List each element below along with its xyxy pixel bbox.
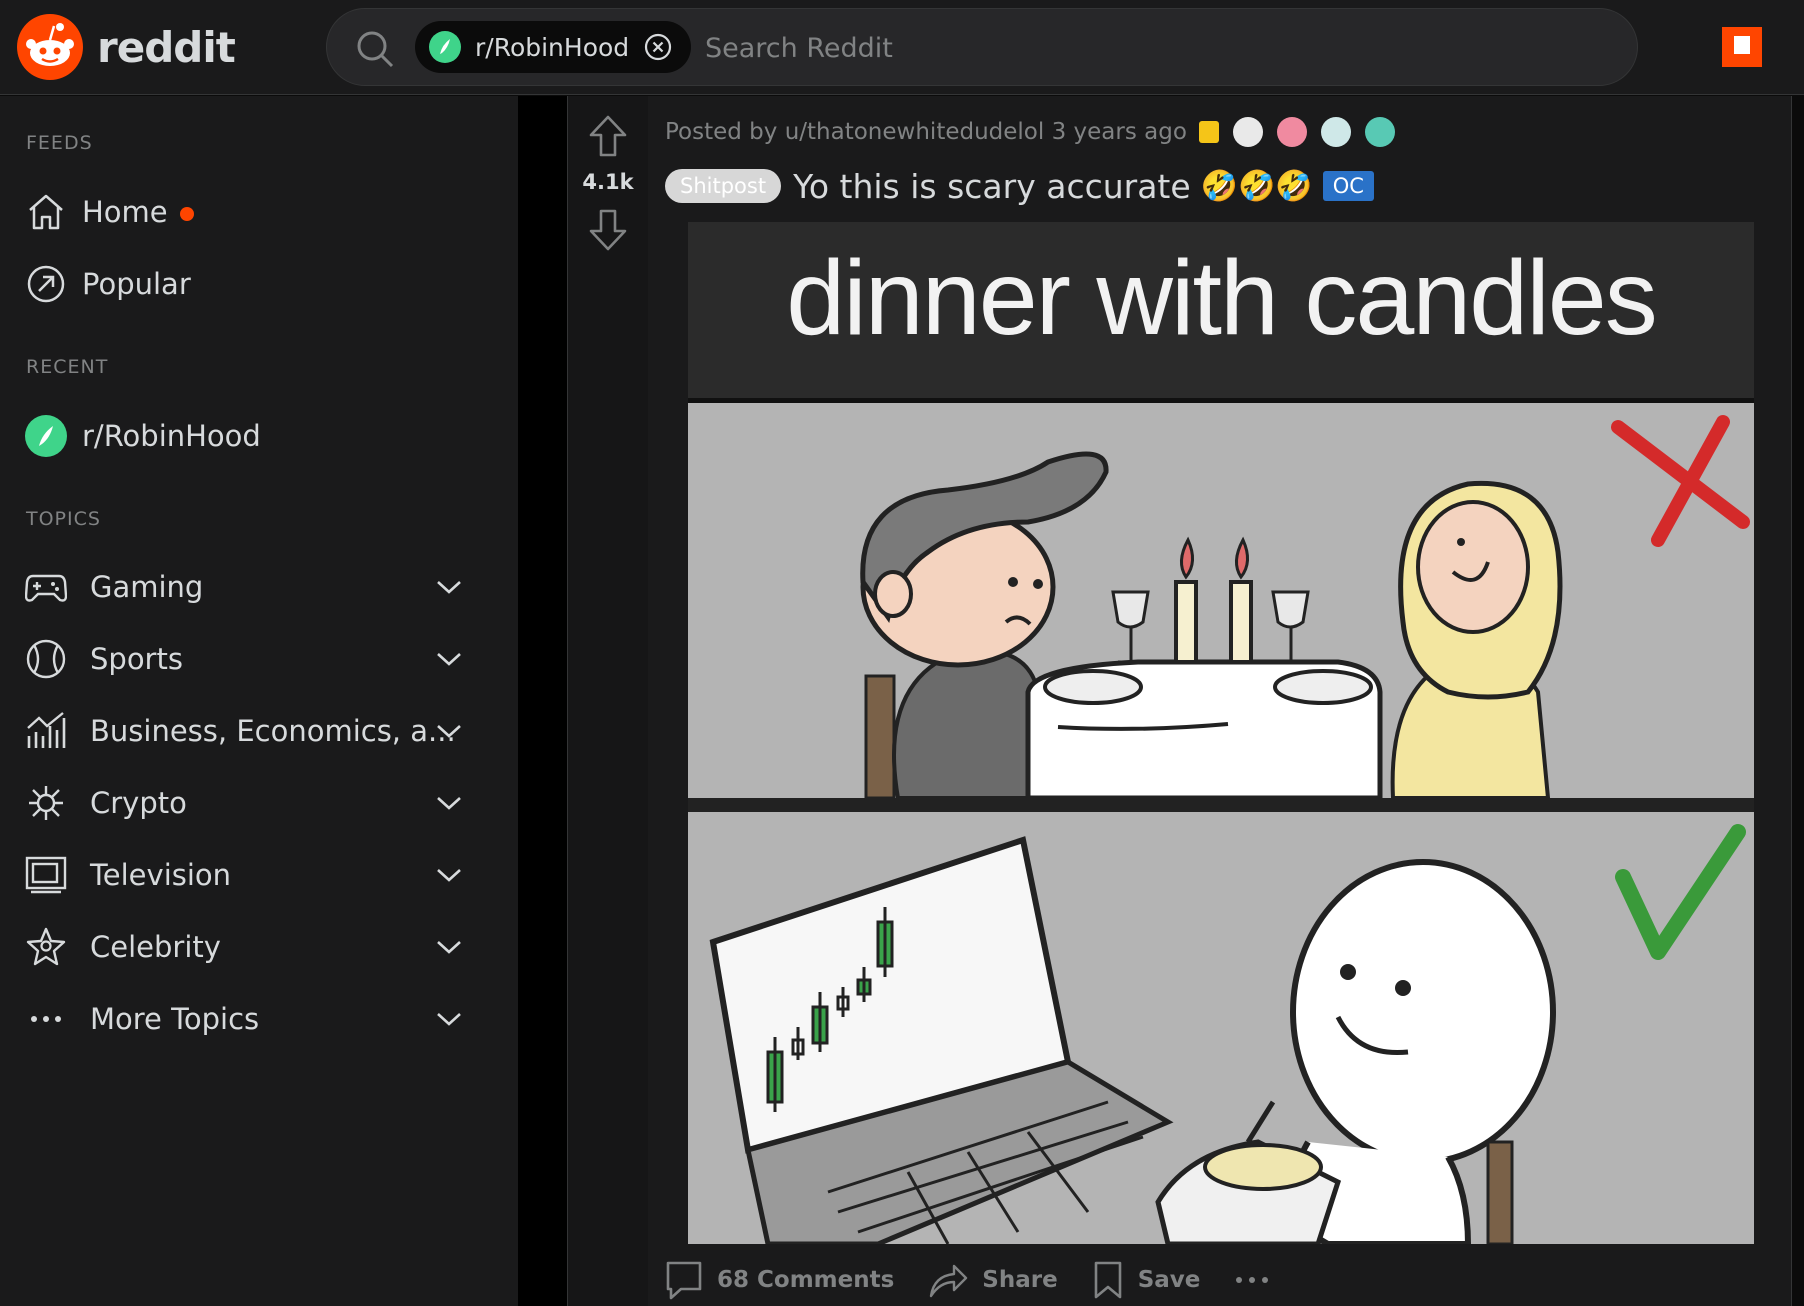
business-chart-icon <box>24 709 68 753</box>
reddit-snoo-icon <box>17 14 83 80</box>
chevron-down-icon[interactable] <box>434 860 464 890</box>
sidebar-item-crypto[interactable]: Crypto <box>0 771 518 835</box>
share-icon <box>930 1264 968 1298</box>
celebrity-star-icon <box>24 925 68 969</box>
sidebar-item-popular[interactable]: Popular <box>0 252 518 316</box>
television-icon <box>24 853 68 897</box>
sidebar-item-robinhood-label: r/RobinHood <box>82 419 261 453</box>
archived-icon <box>1198 121 1219 143</box>
topics-section-label: TOPICS <box>26 508 101 530</box>
share-label: Share <box>982 1267 1058 1293</box>
reddit-wordmark: reddit <box>97 22 236 72</box>
sidebar-item-home[interactable]: Home <box>0 180 518 244</box>
rofl-emoji: 🤣🤣🤣 <box>1200 168 1313 204</box>
post-image[interactable]: dinner with candles <box>688 222 1754 1244</box>
share-button[interactable]: Share <box>928 1260 1058 1300</box>
sidebar-item-crypto-label: Crypto <box>90 786 187 820</box>
crypto-icon <box>24 781 68 825</box>
more-options-button[interactable] <box>1234 1275 1270 1285</box>
search-icon <box>357 31 394 68</box>
post-flair[interactable]: Shitpost <box>665 169 782 203</box>
chevron-down-icon[interactable] <box>434 572 464 602</box>
search-bar[interactable]: r/RobinHood <box>326 8 1638 86</box>
clear-community-icon[interactable] <box>643 32 673 62</box>
sidebar-item-gaming[interactable]: Gaming <box>0 555 518 619</box>
vote-column: 4.1k <box>568 96 648 1306</box>
more-dots-icon <box>24 997 68 1041</box>
bookmark-icon <box>1094 1261 1122 1299</box>
gamepad-icon <box>24 565 68 609</box>
sidebar-item-gaming-label: Gaming <box>90 570 204 604</box>
oc-badge: OC <box>1322 171 1374 201</box>
chevron-down-icon[interactable] <box>434 644 464 674</box>
post-author-time[interactable]: Posted by u/thatonewhitedudelol 3 years … <box>665 119 1187 145</box>
home-notification-dot <box>179 207 194 221</box>
more-dots-icon <box>1236 1277 1269 1283</box>
chevron-down-icon[interactable] <box>434 716 464 746</box>
save-button[interactable]: Save <box>1092 1260 1201 1300</box>
chevron-down-icon[interactable] <box>434 1004 464 1034</box>
sidebar-item-home-label: Home <box>82 195 168 229</box>
post-actions: 68 Comments Share Save <box>665 1256 1270 1304</box>
downvote-icon[interactable] <box>588 208 628 252</box>
post-meta: Posted by u/thatonewhitedudelol 3 years … <box>665 112 1395 152</box>
sidebar-item-business[interactable]: Business, Economics, a... <box>0 699 518 763</box>
post-title[interactable]: Yo this is scary accurate <box>793 167 1191 206</box>
robinhood-community-icon <box>24 414 68 458</box>
reddit-logo[interactable]: reddit <box>17 14 236 80</box>
sidebar-item-sports[interactable]: Sports <box>0 627 518 691</box>
chevron-down-icon[interactable] <box>434 932 464 962</box>
vote-score: 4.1k <box>582 170 634 194</box>
sidebar-item-television-label: Television <box>90 858 232 892</box>
feeds-section-label: FEEDS <box>26 132 93 154</box>
comment-icon <box>666 1261 702 1300</box>
recent-section-label: RECENT <box>26 356 109 378</box>
meme-caption: dinner with candles <box>786 239 1655 357</box>
search-community-chip[interactable]: r/RobinHood <box>415 21 692 73</box>
home-icon <box>24 190 68 234</box>
post-title-row[interactable]: Shitpost Yo this is scary accurate 🤣🤣🤣 O… <box>665 162 1374 210</box>
sidebar-item-television[interactable]: Television <box>0 843 518 907</box>
top-header: reddit r/RobinHood <box>0 0 1804 95</box>
popular-icon <box>24 262 68 306</box>
sidebar-item-celebrity[interactable]: Celebrity <box>0 915 518 979</box>
sidebar-item-sports-label: Sports <box>90 642 183 676</box>
sidebar-item-more-topics[interactable]: More Topics <box>0 987 518 1051</box>
award-icon[interactable] <box>1232 117 1263 147</box>
feed-gutter <box>518 96 567 1306</box>
chevron-down-icon[interactable] <box>434 788 464 818</box>
award-bird-icon[interactable] <box>1364 117 1395 147</box>
robinhood-community-icon <box>429 31 461 63</box>
save-label: Save <box>1137 1267 1201 1293</box>
comments-button[interactable]: 68 Comments <box>665 1260 894 1300</box>
award-snoo-icon[interactable] <box>1320 117 1351 147</box>
sidebar-item-celebrity-label: Celebrity <box>90 930 221 964</box>
sidebar-item-business-label: Business, Economics, a... <box>90 714 456 748</box>
meme-bottom-panel <box>688 812 1754 1244</box>
sidebar-item-popular-label: Popular <box>82 267 191 301</box>
search-input[interactable] <box>705 23 1605 73</box>
upvote-icon[interactable] <box>588 114 628 158</box>
award-heart-icon[interactable] <box>1276 117 1307 147</box>
sidebar-item-more-topics-label: More Topics <box>90 1002 260 1036</box>
user-profile-icon[interactable] <box>1722 27 1762 67</box>
sidebar-item-robinhood[interactable]: r/RobinHood <box>0 404 518 468</box>
sports-ball-icon <box>24 637 68 681</box>
post-card[interactable]: 4.1k Posted by u/thatonewhitedudelol 3 y… <box>567 96 1792 1306</box>
search-community-label: r/RobinHood <box>475 32 630 62</box>
comments-label: 68 Comments <box>717 1267 895 1293</box>
left-sidebar: FEEDS Home Popular RECENT r/RobinHood TO… <box>0 96 518 1306</box>
